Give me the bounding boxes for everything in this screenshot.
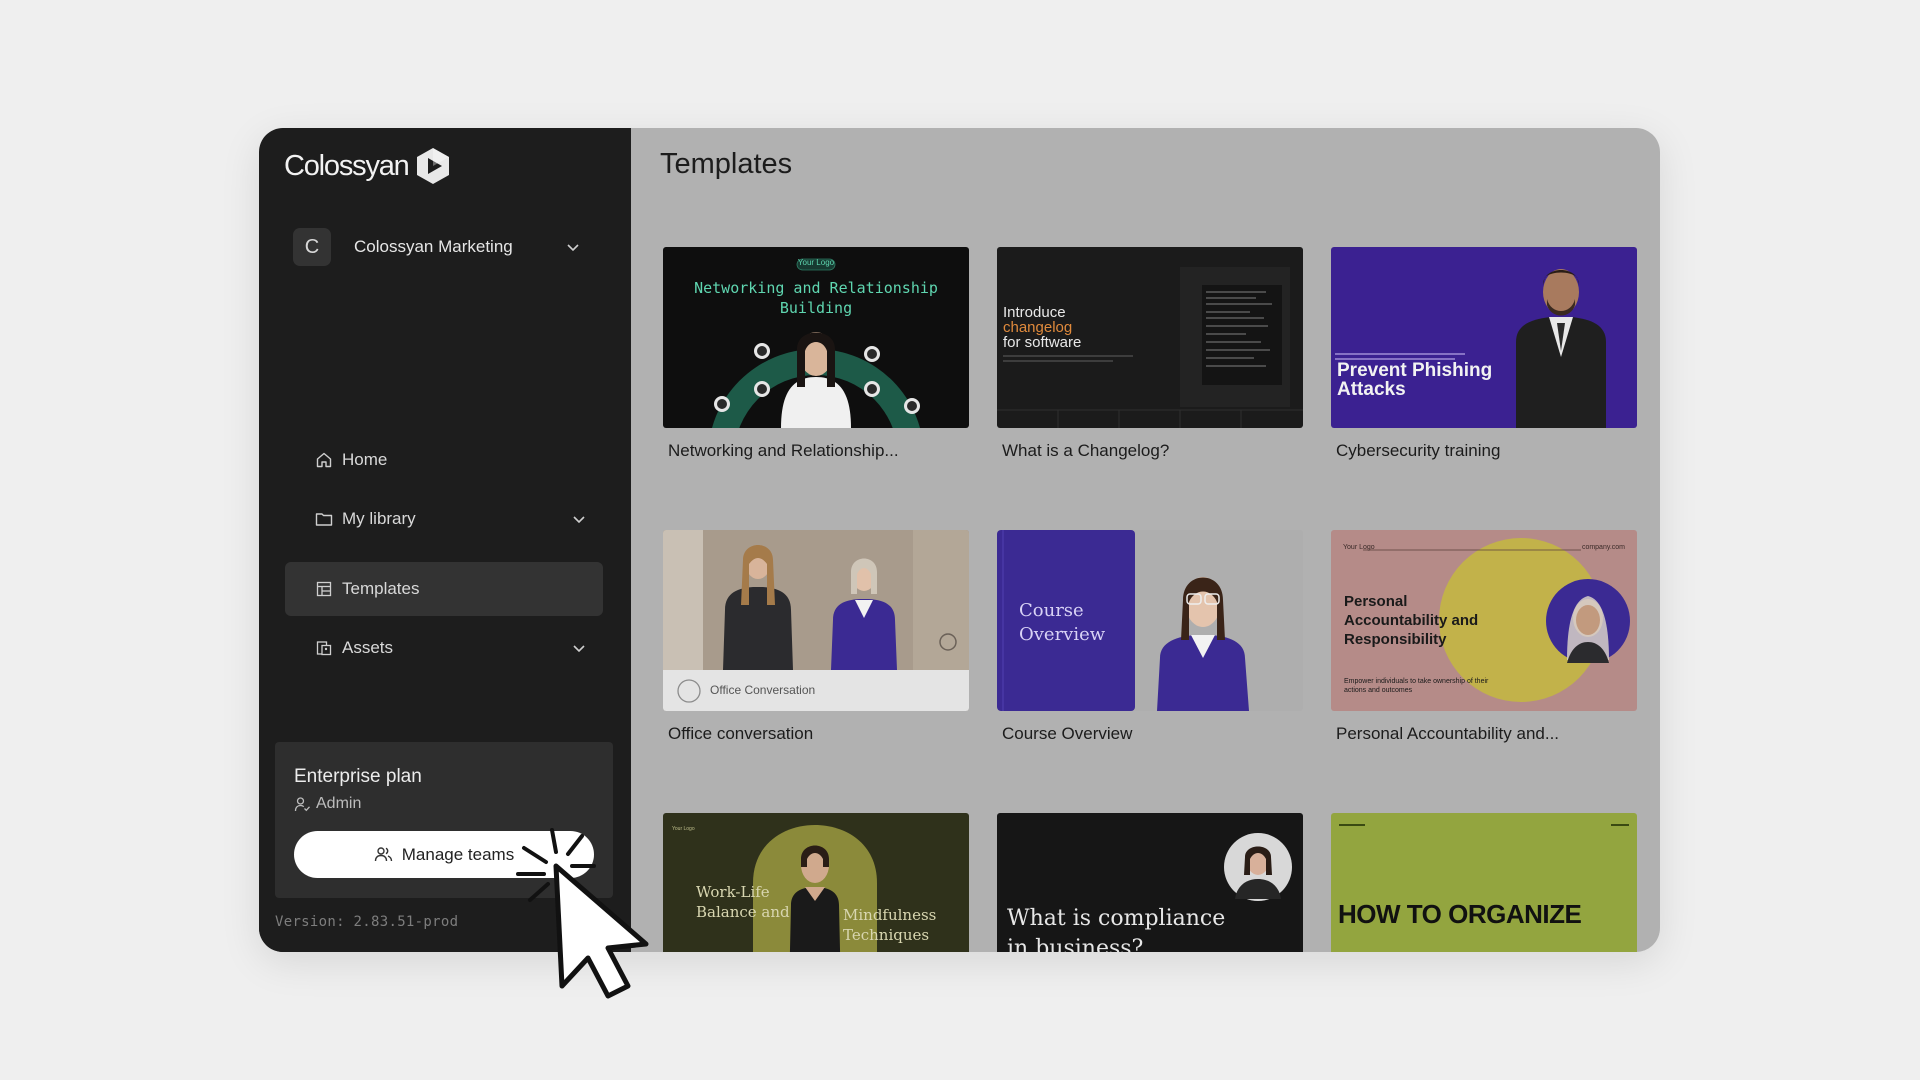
thumb-logo: Your Logo bbox=[1343, 544, 1375, 551]
template-card[interactable]: Introduce changelog for software What is… bbox=[997, 247, 1303, 461]
thumb-heading: Networking and Relationship Building bbox=[694, 279, 938, 317]
templates-icon bbox=[316, 581, 332, 597]
chevron-down-icon[interactable] bbox=[571, 640, 587, 656]
template-thumbnail: Your Logo Networking and Relationship Bu… bbox=[663, 247, 969, 428]
template-thumbnail: Office Conversation bbox=[663, 530, 969, 711]
networking-thumbnail-art bbox=[711, 258, 921, 428]
thumb-caption: Office Conversation bbox=[710, 683, 816, 697]
thumb-heading: Prevent Phishing Attacks bbox=[1337, 360, 1493, 400]
sidebar-item-label: My library bbox=[342, 509, 416, 528]
template-title: Networking and Relationship... bbox=[668, 441, 899, 460]
cybersecurity-thumbnail-art bbox=[1335, 269, 1606, 428]
plan-card: Enterprise plan Admin Manage teams bbox=[275, 742, 613, 898]
manage-teams-button[interactable]: Manage teams bbox=[294, 831, 594, 878]
page-title: Templates bbox=[660, 148, 793, 180]
sidebar-item-templates[interactable]: Templates bbox=[285, 562, 603, 616]
play-cube-logo-icon bbox=[416, 148, 449, 184]
template-title: What is a Changelog? bbox=[1002, 441, 1170, 460]
template-thumbnail: Course Overview bbox=[997, 530, 1303, 711]
plan-title: Enterprise plan bbox=[294, 766, 422, 787]
users-icon bbox=[374, 847, 392, 862]
thumb-heading: What is compliance in business? bbox=[1007, 906, 1226, 952]
workspace-switcher[interactable]: C Colossyan Marketing bbox=[293, 227, 593, 267]
sidebar-item-my-library[interactable]: My library bbox=[285, 492, 603, 546]
thumb-line: for software bbox=[1003, 334, 1082, 351]
template-thumbnail: Your Logo Work-Life Balance and Mindfuln… bbox=[663, 813, 969, 952]
template-card[interactable]: Prevent Phishing Attacks Cybersecurity t… bbox=[1331, 247, 1637, 461]
template-thumbnail: What is compliance in business? bbox=[997, 813, 1303, 952]
sidebar-item-label: Home bbox=[342, 450, 388, 469]
app-window: Colossyan C Colossyan Marketing Home My … bbox=[259, 128, 1660, 952]
plan-role-label: Admin bbox=[316, 795, 362, 812]
thumb-text: Introduce changelog for software bbox=[1003, 305, 1081, 350]
folder-icon bbox=[315, 513, 333, 526]
template-card[interactable]: Course Overview Course Overview bbox=[997, 530, 1303, 744]
sidebar: Colossyan C Colossyan Marketing Home My … bbox=[259, 128, 631, 952]
template-thumbnail: Introduce changelog for software bbox=[997, 247, 1303, 428]
chevron-down-icon[interactable] bbox=[571, 511, 587, 527]
thumb-line-accent: changelog bbox=[1003, 319, 1073, 336]
sidebar-item-label: Templates bbox=[342, 579, 420, 598]
template-card[interactable]: Office Conversation Office conversation bbox=[663, 530, 969, 744]
template-thumbnail: Prevent Phishing Attacks bbox=[1331, 247, 1637, 428]
manage-teams-label: Manage teams bbox=[401, 844, 515, 864]
plan-role: Admin bbox=[294, 795, 361, 813]
template-card[interactable]: What is compliance in business? bbox=[997, 813, 1303, 952]
template-title: Office conversation bbox=[668, 724, 814, 743]
main-content: Templates Your Logo Networking and Relat… bbox=[631, 128, 1660, 952]
workspace-avatar: C bbox=[293, 228, 331, 266]
office-thumbnail-art bbox=[663, 530, 969, 711]
thumb-heading: Personal Accountability and Responsibili… bbox=[1344, 593, 1479, 648]
template-title: Cybersecurity training bbox=[1336, 441, 1501, 460]
sidebar-item-label: Assets bbox=[342, 638, 394, 657]
user-check-icon bbox=[294, 796, 310, 811]
template-card[interactable]: Your Logo company.com Personal Accountab… bbox=[1331, 530, 1637, 744]
sidebar-item-home[interactable]: Home bbox=[285, 433, 603, 487]
chevron-down-icon bbox=[567, 244, 579, 252]
version-label: Version: 2.83.51-prod bbox=[275, 914, 459, 930]
plan-section: Enterprise plan Admin Manage teams Versi… bbox=[259, 729, 631, 952]
home-icon bbox=[316, 452, 332, 468]
thumb-text-left: Work-Life Balance and bbox=[696, 883, 790, 921]
thumb-logo-chip: Your Logo bbox=[797, 258, 835, 267]
template-thumbnail: HOW TO ORGANIZE bbox=[1331, 813, 1637, 952]
assets-icon bbox=[316, 641, 332, 656]
thumb-logo: Your Logo bbox=[672, 826, 695, 832]
workspace-name: Colossyan Marketing bbox=[354, 237, 513, 256]
thumb-heading: Course Overview bbox=[1019, 600, 1106, 645]
thumb-url: company.com bbox=[1581, 544, 1625, 551]
thumb-subtitle: Empower individuals to take ownership of… bbox=[1344, 678, 1489, 694]
organize-thumbnail-art bbox=[1339, 824, 1629, 826]
template-thumbnail: Your Logo company.com Personal Accountab… bbox=[1331, 530, 1637, 711]
thumb-line: Introduce bbox=[1003, 304, 1066, 321]
brand-logo[interactable]: Colossyan bbox=[284, 146, 451, 186]
template-card[interactable]: Your Logo Work-Life Balance and Mindfuln… bbox=[663, 813, 969, 952]
sidebar-item-assets[interactable]: Assets bbox=[285, 621, 603, 675]
brand-name: Colossyan bbox=[284, 149, 410, 182]
thumb-heading: HOW TO ORGANIZE bbox=[1338, 899, 1582, 929]
template-card[interactable]: HOW TO ORGANIZE bbox=[1331, 813, 1637, 952]
template-card[interactable]: Your Logo Networking and Relationship Bu… bbox=[663, 247, 969, 461]
template-title: Personal Accountability and... bbox=[1336, 724, 1560, 743]
thumb-text-right: Mindfulness Techniques bbox=[843, 906, 937, 944]
template-title: Course Overview bbox=[1002, 724, 1133, 743]
